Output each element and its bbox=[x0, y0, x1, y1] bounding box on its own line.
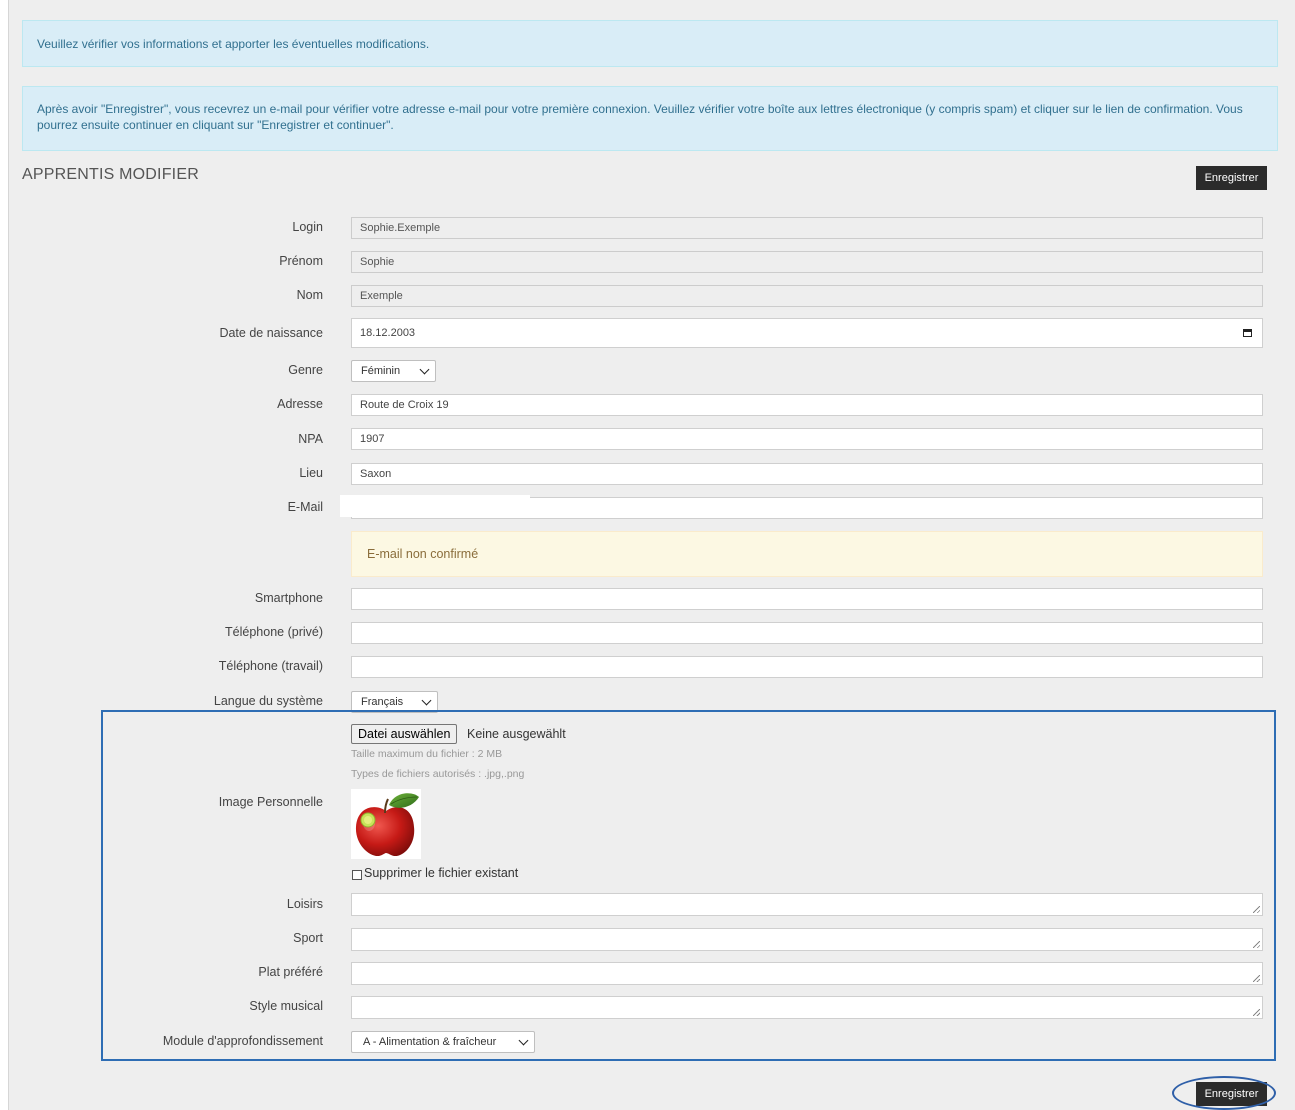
genre-selected-value: Féminin bbox=[361, 365, 401, 377]
tel-travail-label: Téléphone (travail) bbox=[218, 659, 323, 673]
nom-field: Exemple bbox=[351, 285, 1263, 307]
tel-travail-input[interactable] bbox=[351, 656, 1263, 678]
prenom-label: Prénom bbox=[279, 254, 323, 268]
resize-handle-icon[interactable] bbox=[1253, 975, 1260, 982]
chevron-down-icon bbox=[421, 695, 432, 706]
info-alert-text: Veuillez vérifier vos informations et ap… bbox=[37, 37, 430, 51]
email-unconfirmed-warning: E-mail non confirmé bbox=[351, 531, 1263, 577]
npa-label: NPA bbox=[298, 432, 323, 446]
adresse-input[interactable]: Route de Croix 19 bbox=[351, 394, 1263, 416]
lieu-input[interactable]: Saxon bbox=[351, 463, 1263, 485]
save-button-highlight-ring bbox=[1172, 1076, 1276, 1110]
email-unconfirmed-text: E-mail non confirmé bbox=[367, 547, 479, 561]
image-label: Image Personnelle bbox=[218, 795, 323, 809]
prenom-field: Sophie bbox=[351, 251, 1263, 273]
smartphone-input[interactable] bbox=[351, 588, 1263, 610]
sport-textarea[interactable] bbox=[351, 928, 1263, 951]
genre-select[interactable]: Féminin bbox=[351, 360, 436, 382]
nom-label: Nom bbox=[296, 288, 323, 302]
choose-file-button[interactable]: Datei auswählen bbox=[351, 724, 458, 744]
email-info-alert: Après avoir "Enregistrer", vous recevrez… bbox=[22, 86, 1278, 151]
adresse-label: Adresse bbox=[277, 397, 323, 411]
delete-file-checkbox[interactable] bbox=[352, 870, 362, 880]
plat-label: Plat préféré bbox=[258, 965, 323, 979]
page-title: APPRENTIS MODIFIER bbox=[22, 166, 199, 183]
style-textarea[interactable] bbox=[351, 996, 1263, 1019]
resize-handle-icon[interactable] bbox=[1253, 1009, 1260, 1016]
delete-file-label: Supprimer le fichier existant bbox=[364, 866, 519, 880]
email-redaction bbox=[340, 495, 530, 517]
info-alert: Veuillez vérifier vos informations et ap… bbox=[22, 20, 1278, 67]
birthdate-label: Date de naissance bbox=[219, 326, 323, 340]
chevron-down-icon bbox=[518, 1035, 529, 1046]
login-label: Login bbox=[292, 220, 323, 234]
loisirs-label: Loisirs bbox=[286, 897, 323, 911]
langue-label: Langue du système bbox=[213, 694, 323, 708]
langue-selected-value: Français bbox=[361, 696, 404, 708]
sport-label: Sport bbox=[293, 931, 323, 945]
save-button-top[interactable]: Enregistrer bbox=[1196, 166, 1267, 190]
email-label: E-Mail bbox=[287, 500, 323, 514]
module-selected-value: A - Alimentation & fraîcheur bbox=[363, 1036, 497, 1048]
tel-prive-label: Téléphone (privé) bbox=[225, 625, 323, 639]
resize-handle-icon[interactable] bbox=[1253, 906, 1260, 913]
npa-input[interactable]: 1907 bbox=[351, 428, 1263, 450]
smartphone-label: Smartphone bbox=[254, 591, 323, 605]
resize-handle-icon[interactable] bbox=[1253, 941, 1260, 948]
file-types: Types de fichiers autorisés : .jpg,.png bbox=[351, 768, 525, 780]
birthdate-value: 18.12.2003 bbox=[360, 327, 416, 339]
file-max-size: Taille maximum du fichier : 2 MB bbox=[351, 748, 503, 760]
module-label: Module d'approfondissement bbox=[162, 1034, 323, 1048]
module-select[interactable]: A - Alimentation & fraîcheur bbox=[351, 1031, 535, 1053]
chevron-down-icon bbox=[419, 364, 430, 375]
genre-label: Genre bbox=[288, 363, 323, 377]
birthdate-input[interactable]: 18.12.2003 bbox=[351, 318, 1263, 348]
plat-textarea[interactable] bbox=[351, 962, 1263, 985]
file-status: Keine ausgewählt bbox=[467, 727, 566, 741]
loisirs-textarea[interactable] bbox=[351, 893, 1263, 916]
profile-image-apple bbox=[351, 789, 421, 859]
lieu-label: Lieu bbox=[299, 466, 323, 480]
calendar-icon[interactable] bbox=[1243, 329, 1252, 337]
style-label: Style musical bbox=[249, 999, 323, 1013]
apple-icon bbox=[355, 793, 419, 857]
email-info-alert-text: Après avoir "Enregistrer", vous recevrez… bbox=[37, 102, 1243, 132]
tel-prive-input[interactable] bbox=[351, 622, 1263, 644]
login-field: Sophie.Exemple bbox=[351, 217, 1263, 239]
